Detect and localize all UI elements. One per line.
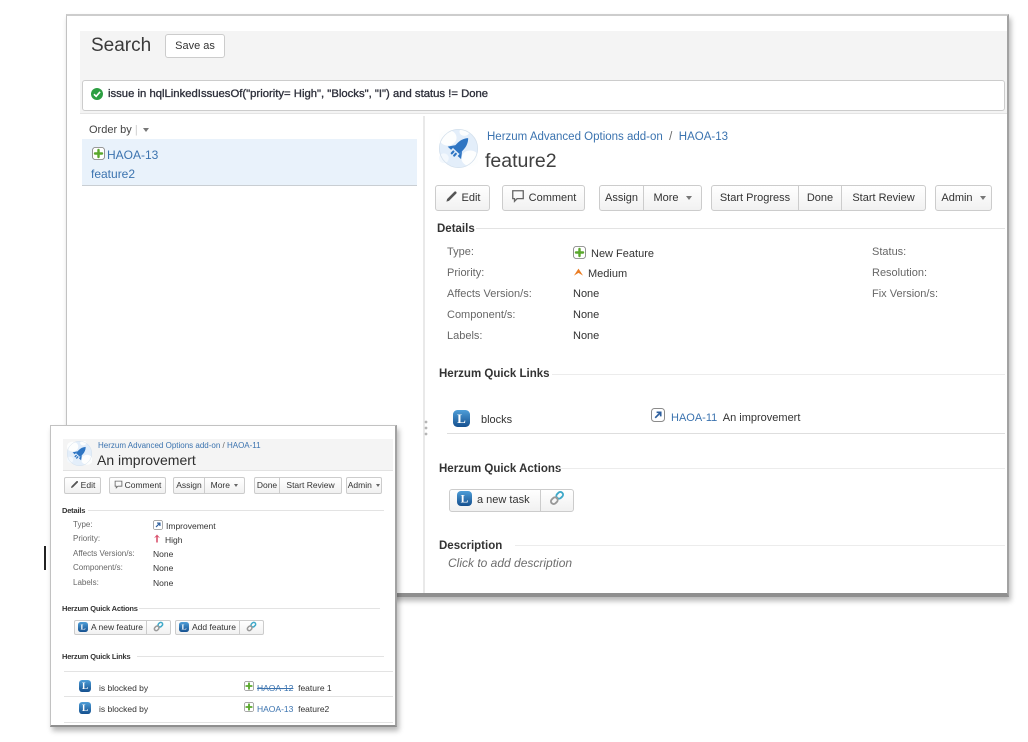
svg-text:L: L <box>181 623 186 632</box>
svg-text:L: L <box>461 493 469 505</box>
svg-text:L: L <box>457 411 466 426</box>
svg-text:L: L <box>82 703 88 713</box>
svg-text:L: L <box>80 623 85 632</box>
svg-text:L: L <box>82 681 88 691</box>
